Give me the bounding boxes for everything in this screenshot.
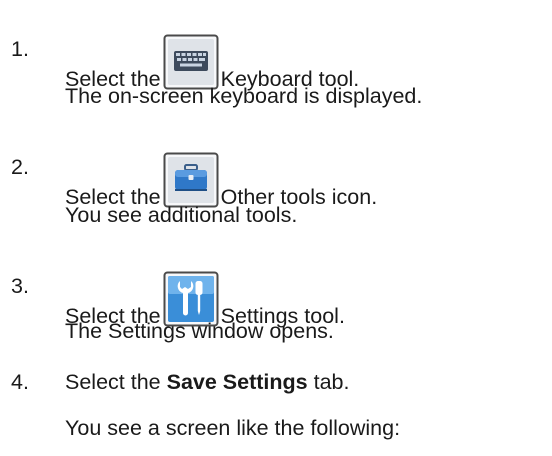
step-number: 3.: [11, 274, 29, 298]
step-number: 2.: [11, 155, 29, 179]
instruction-steps: 1. Select the Keyboard tool. The on-scre…: [0, 0, 552, 456]
step-result: The on-screen keyboard is displayed.: [65, 84, 423, 108]
step-result: You see additional tools.: [65, 203, 298, 227]
keyboard-icon: [163, 34, 219, 90]
step-result: The Settings window opens.: [65, 319, 334, 343]
step-result: You see a screen like the following:: [65, 416, 401, 440]
toolbox-icon: [163, 152, 219, 208]
step-number: 4.: [11, 370, 29, 394]
step-text-after: tab.: [313, 370, 350, 394]
step-instruction: Select the Save Settings tab.: [65, 369, 349, 395]
step-number: 1.: [11, 37, 29, 61]
step-text-before: Select the: [65, 370, 161, 394]
save-settings-tab-label: Save Settings: [166, 370, 308, 394]
